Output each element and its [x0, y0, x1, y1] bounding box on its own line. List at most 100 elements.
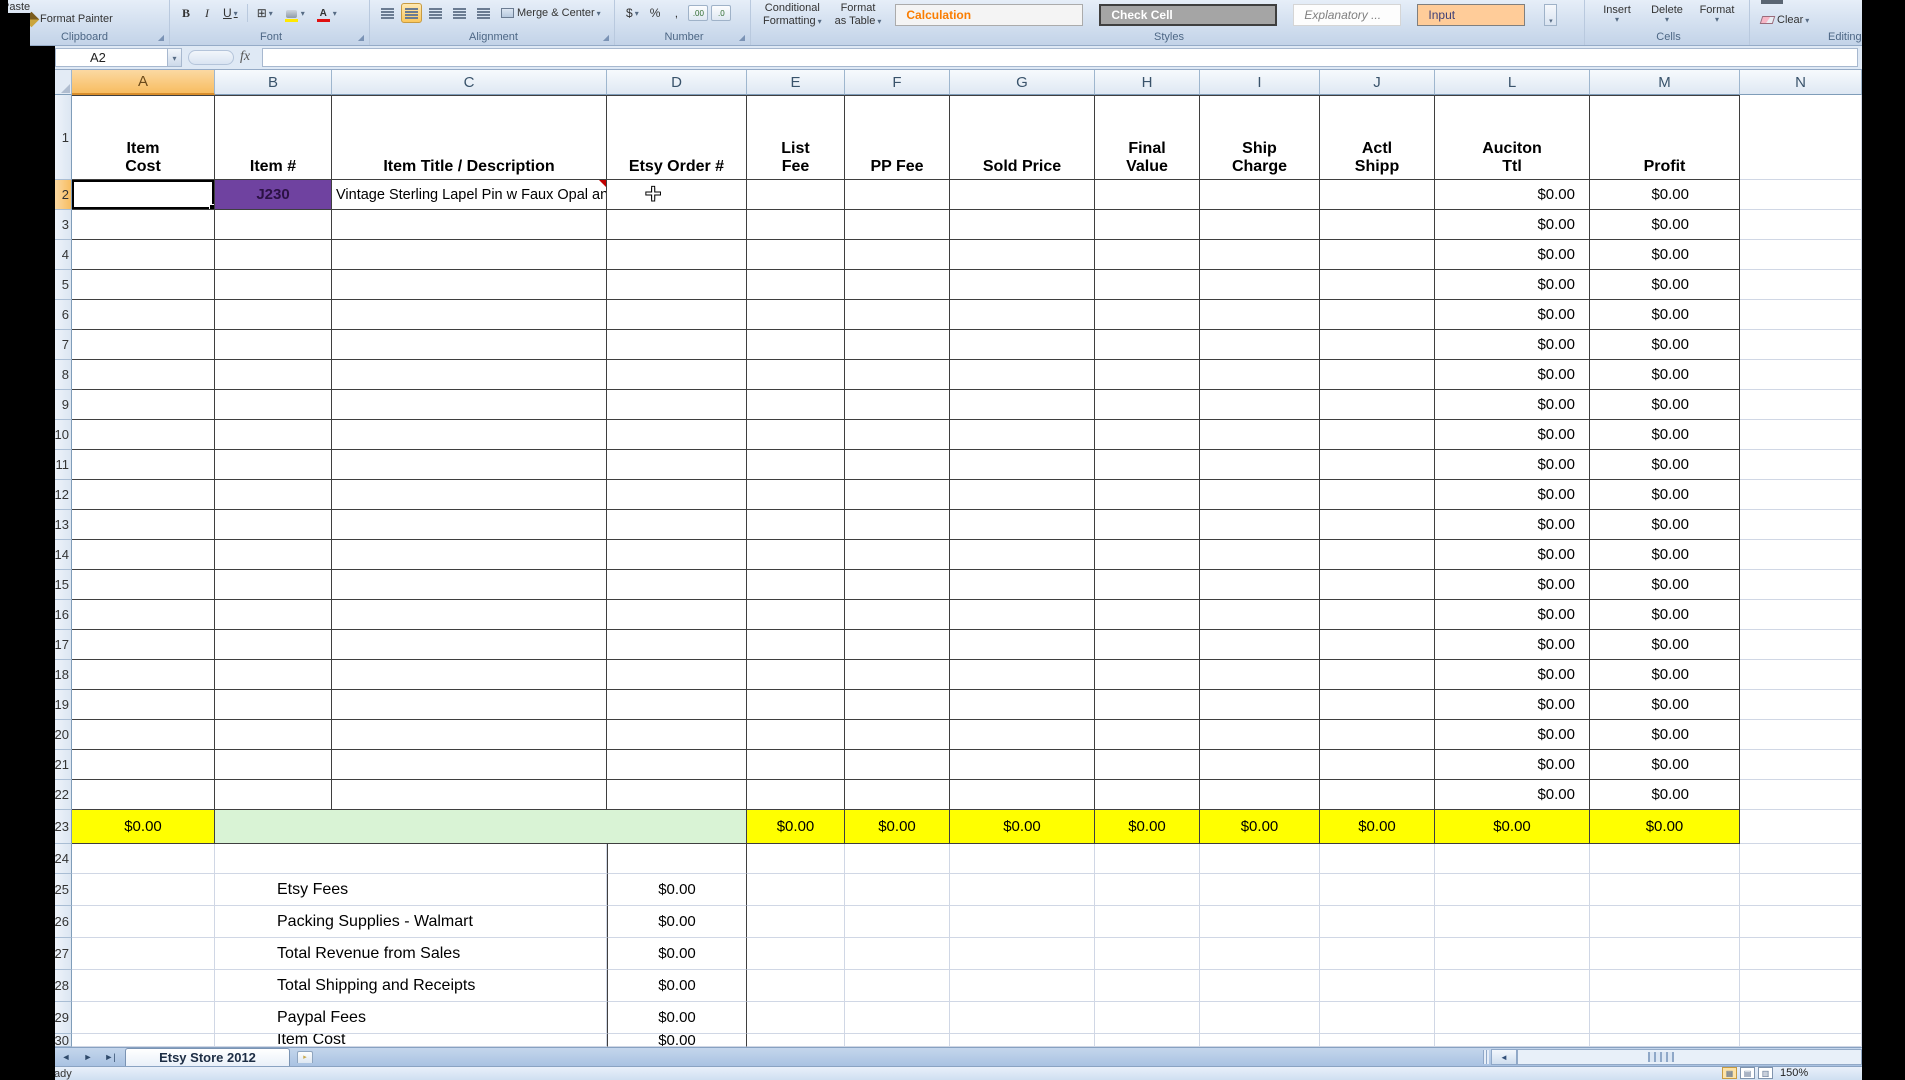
cell[interactable]	[1320, 420, 1435, 450]
cell[interactable]	[1200, 720, 1320, 750]
cell[interactable]	[1740, 970, 1862, 1002]
cell[interactable]	[332, 270, 607, 300]
cell[interactable]	[332, 780, 607, 810]
cell[interactable]	[1200, 360, 1320, 390]
cell[interactable]	[72, 660, 215, 690]
cell[interactable]: $0.00	[1590, 270, 1740, 300]
cell[interactable]	[1740, 540, 1862, 570]
fx-icon[interactable]: fx	[240, 49, 250, 65]
cell[interactable]	[950, 450, 1095, 480]
cell[interactable]	[215, 600, 332, 630]
totals-cell[interactable]: $0.00	[1095, 810, 1200, 844]
cell[interactable]	[1095, 180, 1200, 210]
cell[interactable]	[1740, 270, 1862, 300]
cell[interactable]	[607, 630, 747, 660]
cell[interactable]	[1095, 660, 1200, 690]
cell[interactable]	[1200, 844, 1320, 874]
cell[interactable]	[1435, 1002, 1590, 1034]
cell[interactable]	[1320, 906, 1435, 938]
header-cell[interactable]: List Fee	[747, 95, 845, 180]
cell[interactable]	[1200, 750, 1320, 780]
cell[interactable]	[607, 300, 747, 330]
column-header-F[interactable]: F	[845, 70, 950, 95]
header-cell[interactable]: Profit	[1590, 95, 1740, 180]
cell[interactable]	[72, 874, 215, 906]
formula-input[interactable]	[262, 48, 1858, 67]
cell[interactable]	[607, 570, 747, 600]
cell[interactable]: $0.00	[1435, 480, 1590, 510]
cell[interactable]	[1740, 300, 1862, 330]
cell[interactable]	[1095, 750, 1200, 780]
cell[interactable]	[332, 300, 607, 330]
row-header[interactable]: 23	[55, 810, 72, 844]
cell[interactable]	[332, 690, 607, 720]
cell[interactable]	[950, 390, 1095, 420]
cell[interactable]	[1740, 600, 1862, 630]
cell[interactable]	[215, 780, 332, 810]
page-layout-view-button[interactable]: ▤	[1740, 1067, 1755, 1079]
summary-label-cell[interactable]: Packing Supplies - Walmart	[215, 906, 607, 938]
cell[interactable]	[950, 1034, 1095, 1047]
cell[interactable]	[747, 210, 845, 240]
cell[interactable]	[747, 938, 845, 970]
cell[interactable]	[1320, 270, 1435, 300]
cell[interactable]: $0.00	[1435, 300, 1590, 330]
cell[interactable]: $0.00	[1590, 330, 1740, 360]
column-header-E[interactable]: E	[747, 70, 845, 95]
cell[interactable]	[845, 844, 950, 874]
cell[interactable]: $0.00	[1435, 450, 1590, 480]
cell[interactable]	[1320, 970, 1435, 1002]
cell[interactable]	[1320, 660, 1435, 690]
cell[interactable]	[845, 600, 950, 630]
cell[interactable]	[1740, 360, 1862, 390]
cell[interactable]	[1740, 1034, 1862, 1047]
cell[interactable]	[607, 780, 747, 810]
column-header-J[interactable]: J	[1320, 70, 1435, 95]
delete-button[interactable]: Delete▾	[1642, 0, 1692, 25]
row-header[interactable]: 26	[55, 906, 72, 938]
cell[interactable]	[1590, 906, 1740, 938]
cell[interactable]	[845, 906, 950, 938]
summary-value-cell[interactable]: $0.00	[607, 970, 747, 1002]
cell[interactable]: $0.00	[1435, 720, 1590, 750]
cell[interactable]	[607, 360, 747, 390]
cell[interactable]	[747, 360, 845, 390]
selected-cell-A2[interactable]	[72, 180, 215, 210]
hscroll-left-button[interactable]: ◄	[1491, 1049, 1517, 1065]
row-header[interactable]: 12	[55, 480, 72, 510]
cell[interactable]	[1320, 600, 1435, 630]
profit-cell[interactable]: $0.00	[1590, 180, 1740, 210]
cell[interactable]	[845, 660, 950, 690]
cell[interactable]	[1435, 970, 1590, 1002]
cell[interactable]	[1200, 660, 1320, 690]
cell[interactable]	[215, 540, 332, 570]
style-calculation[interactable]: Calculation	[895, 4, 1083, 26]
column-header-N[interactable]: N	[1740, 70, 1862, 95]
header-cell[interactable]: Sold Price	[950, 95, 1095, 180]
cell[interactable]: $0.00	[1590, 570, 1740, 600]
cell[interactable]	[332, 450, 607, 480]
cell[interactable]	[845, 938, 950, 970]
hscroll-thumb-grip[interactable]	[1648, 1052, 1674, 1062]
summary-label-cell[interactable]: Item Cost	[215, 1034, 607, 1047]
cell[interactable]	[1740, 330, 1862, 360]
totals-item-cost-cell[interactable]: $0.00	[72, 810, 215, 844]
normal-view-button[interactable]: ▦	[1722, 1067, 1737, 1079]
cell[interactable]	[1200, 240, 1320, 270]
cell[interactable]	[845, 420, 950, 450]
cell[interactable]	[1095, 390, 1200, 420]
italic-button[interactable]: I	[198, 3, 216, 23]
row-header[interactable]: 10	[55, 420, 72, 450]
cell[interactable]	[72, 780, 215, 810]
column-header-C[interactable]: C	[332, 70, 607, 95]
summary-value-cell[interactable]	[607, 844, 747, 874]
first-sheet-button[interactable]: ◄	[55, 1048, 77, 1066]
totals-cell[interactable]: $0.00	[845, 810, 950, 844]
cell[interactable]	[332, 720, 607, 750]
cell[interactable]	[607, 330, 747, 360]
cell[interactable]: $0.00	[1590, 300, 1740, 330]
decrease-indent-button[interactable]	[449, 3, 470, 23]
cell[interactable]	[845, 570, 950, 600]
align-center-button[interactable]	[401, 3, 422, 23]
cell[interactable]	[332, 330, 607, 360]
